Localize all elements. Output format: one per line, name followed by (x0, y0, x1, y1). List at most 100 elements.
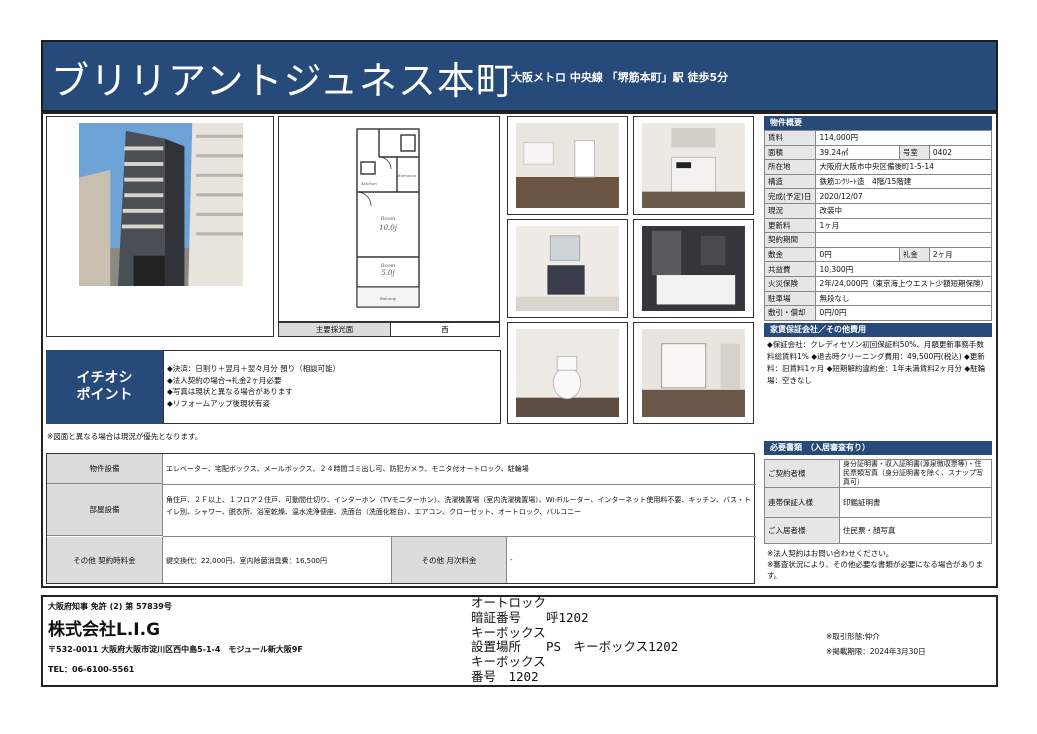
points-box: ◆決済：日割り＋翌月＋翌々月分 預り（相談可能） ◆法人契約の場合→礼金2ヶ月必… (163, 350, 501, 424)
living-room-photo (516, 123, 619, 209)
table-row: 火災保険 2年/24,000円（東京海上ウエスト少額短期保険） (763, 275, 992, 292)
docs-label: ご入居者様 (764, 517, 840, 544)
station-access: 大阪メトロ 中央線 「堺筋本町」駅 徒歩5分 (511, 71, 729, 84)
svg-text:10.0j: 10.0j (379, 224, 398, 232)
table-row: ご契約者様 身分証明書・収入証明書(源泉徴収票等)・住民票類写真（身分証明書を除… (764, 458, 992, 489)
table-row: 所在地 大阪府大阪市中央区備後町1-5-14 (763, 159, 992, 175)
points-header: イチオシ ポイント (46, 350, 163, 424)
orientation-value: 西 (441, 325, 449, 334)
bedroom-photo (642, 329, 745, 418)
table-row: 連帯保証人様 印鑑証明書 (764, 487, 992, 518)
overview-label: 契約期間 (763, 232, 817, 248)
divider (163, 484, 756, 485)
overview-value: 2ヶ月 (928, 246, 993, 263)
bathroom-photo (642, 226, 745, 312)
table-row: 共益費 10,300円 (763, 261, 992, 277)
publish-limit: ※掲載期限：2024年3月30日 (826, 647, 926, 656)
overview-label: 火災保険 (763, 275, 817, 292)
points-item: ◆決済：日割り＋翌月＋翌々月分 預り（相談可能） (167, 364, 341, 373)
keybox-line: 設置場所 PS キーボックス1202 (471, 639, 679, 655)
docs-note: ※審査状況により、その他必要な書類が必要になる場合があります。 (767, 560, 983, 581)
overview-label: 共益費 (763, 261, 817, 277)
keybox-line: キーボックス (471, 624, 546, 640)
building-facilities-value: エレベーター、宅配ボックス、メールボックス、２４時間ゴミ出し可、防犯カメラ、モニ… (166, 465, 529, 473)
table-row: 契約期間 (763, 232, 992, 248)
table-row: 賃料 114,000円 (763, 130, 992, 146)
table-row: 現況 改装中 (763, 202, 992, 219)
table-row: 完成(予定)日 2020/12/07 (763, 188, 992, 204)
docs-note: ※法人契約はお問い合わせください。 (767, 549, 894, 558)
overview-value: 0円/0円 (815, 305, 992, 321)
table-row: 敷金 0円 礼金 2ヶ月 (763, 246, 993, 263)
table-row: 敷引・償却 0円/0円 (763, 305, 992, 321)
svg-text:Balcony: Balcony (379, 296, 397, 301)
drawing-note: ※図面と異なる場合は現況が優先となります。 (47, 432, 203, 441)
docs-value: 身分証明書・収入証明書(源泉徴収票等)・住民票類写真（身分証明書を除く、スナップ… (839, 458, 992, 489)
title-banner: ブリリアントジュネス本町 大阪メトロ 中央線 「堺筋本町」駅 徒歩5分 (41, 40, 998, 112)
svg-text:Entrance: Entrance (397, 173, 417, 178)
overview-value: 無段なし (815, 290, 992, 307)
overview-value: 10,300円 (815, 261, 992, 277)
overview-value: 鉄筋ｺﾝｸﾘｰﾄ造 4階/15階建 (815, 173, 992, 190)
overview-table: 賃料 114,000円 面積 39.24㎡ 号室 0402 所在地 大阪府大阪市中央区備後町1… (763, 130, 993, 321)
svg-text:Room: Room (380, 216, 396, 222)
points-title-line1: イチオシ (76, 369, 133, 386)
guarantee-title: 家賃保証会社／その他費用 (764, 322, 992, 337)
other-monthly-fee-value: - (510, 556, 513, 564)
overview-value: 39.24㎡ (815, 144, 900, 161)
overview-value: 0円 (815, 246, 900, 263)
company-name: 株式会社L.I.G (48, 620, 161, 640)
svg-text:5.0j: 5.0j (381, 269, 395, 277)
photo-toilet-box (507, 322, 628, 424)
docs-value: 住民票・顔写真 (839, 517, 992, 544)
keybox-line: 番号 1202 (471, 668, 539, 684)
washroom-photo (516, 226, 619, 312)
toilet-photo (516, 329, 619, 418)
keybox-line: 暗証番号 呼1202 (471, 609, 589, 625)
overview-label: 構造 (763, 173, 817, 190)
floorplan-box: Room 10.0j Room 5.0j Kitchen Entrance Ba… (278, 116, 500, 322)
room-facilities-value: 角住戸、２Ｆ以上、１フロア２住戸、可動間仕切り、インターホン（TVモニターホン）… (166, 496, 751, 517)
table-row: 面積 39.24㎡ 号室 0402 (763, 144, 993, 161)
license-number: 大阪府知事 免許 (2) 第 57839号 (48, 602, 172, 611)
points-item: ◆法人契約の場合→礼金2ヶ月必要 (167, 375, 282, 385)
overview-label: 面積 (763, 144, 817, 161)
photo-living-box (507, 116, 628, 215)
building-exterior-photo (79, 123, 243, 287)
company-address: 〒532-0011 大阪府大阪市淀川区西中島5-1-4 モジュール新大阪9F (48, 645, 303, 654)
overview-label: 更新料 (763, 217, 817, 234)
docs-label: 連帯保証人様 (764, 487, 840, 518)
other-contract-fee-label: その他 契約時料金 (47, 537, 163, 583)
overview-label: 号室 (898, 144, 930, 161)
overview-label: 完成(予定)日 (763, 188, 817, 204)
overview-label: 駐車場 (763, 290, 817, 307)
photo-kitchen-box (633, 116, 754, 215)
points-item: ◆リフォームアップ後現状有姿 (167, 398, 271, 408)
photo-bedroom-box (633, 322, 754, 424)
floorplan-drawing: Room 10.0j Room 5.0j Kitchen Entrance Ba… (356, 128, 420, 308)
building-facilities-label: 物件設備 (47, 454, 163, 484)
overview-label: 現況 (763, 202, 817, 219)
overview-title: 物件概要 (764, 116, 992, 130)
table-row: 更新料 1ヶ月 (763, 217, 992, 234)
overview-value: 2020/12/07 (815, 188, 992, 204)
overview-panel: 物件概要 賃料 114,000円 面積 39.24㎡ 号室 0402 所在地 大阪府大阪市中央… (763, 116, 993, 582)
overview-label: 所在地 (763, 159, 817, 175)
overview-label: 敷引・償却 (763, 305, 817, 321)
property-name: ブリリアントジュネス本町 (51, 59, 515, 103)
table-row: ご入居者様 住民票・顔写真 (764, 517, 992, 544)
overview-value: 0402 (928, 144, 993, 161)
points-item: ◆写真は現状と異なる場合があります (167, 387, 293, 397)
overview-value: 改装中 (815, 202, 992, 219)
required-docs-title: 必要書類 （入居審査有り） (764, 440, 992, 455)
photo-washroom-box (507, 219, 628, 318)
keybox-info: オートロック 暗証番号 呼1202 キーボックス 設置場所 PS キーボックス1… (471, 595, 679, 685)
overview-label: 礼金 (898, 246, 930, 263)
docs-label: ご契約者様 (764, 458, 840, 489)
overview-label: 賃料 (763, 130, 817, 146)
overview-value: 114,000円 (815, 130, 992, 146)
overview-label: 敷金 (763, 246, 817, 263)
transaction-type: ※取引形態:仲介 (826, 632, 880, 641)
room-facilities-label: 部屋設備 (47, 484, 163, 536)
table-row: 構造 鉄筋ｺﾝｸﾘｰﾄ造 4階/15階建 (763, 173, 992, 190)
